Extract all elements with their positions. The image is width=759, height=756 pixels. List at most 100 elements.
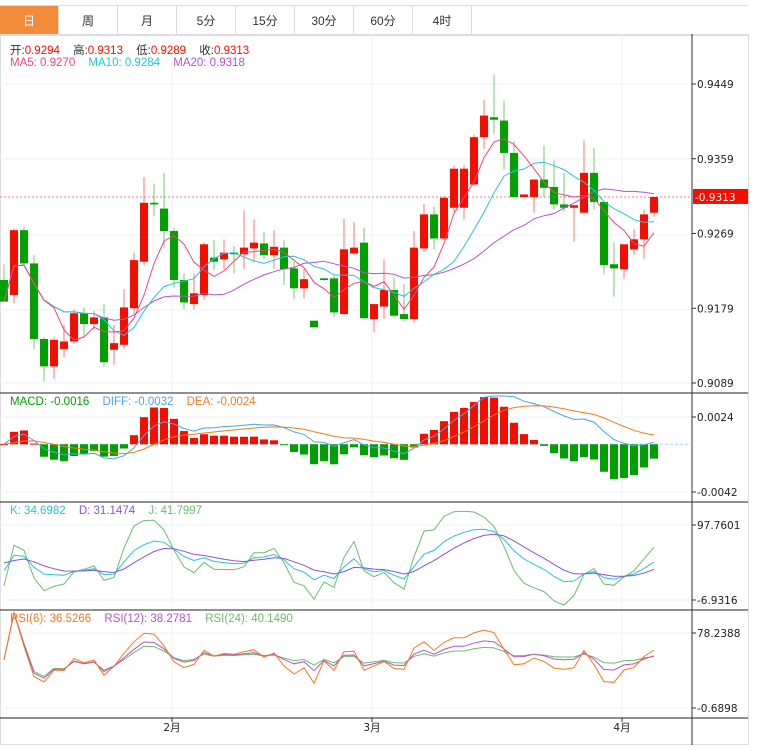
ma20-line <box>3 188 655 321</box>
candle-body <box>610 264 618 269</box>
rsi24-value: RSI(24): 40.1490 <box>205 613 293 625</box>
price-tick-label: 0.9359 <box>697 154 734 166</box>
candle-body <box>520 194 528 197</box>
macd-bar <box>640 444 648 468</box>
j-value: J: 41.7997 <box>148 505 203 517</box>
month-label: 4月 <box>613 722 630 734</box>
macd-bar <box>110 444 118 456</box>
macd-bar <box>260 439 268 445</box>
candle-body <box>110 343 118 350</box>
macd-bar <box>310 444 318 465</box>
candle-body <box>240 247 248 255</box>
rsi-tick-label: -0.6898 <box>697 703 738 715</box>
macd-bar <box>560 444 568 459</box>
candle-body <box>180 280 188 303</box>
candle-body <box>90 317 98 325</box>
macd-bar <box>240 436 248 445</box>
candle-body <box>30 263 38 339</box>
macd-bar <box>220 435 228 445</box>
candle-body <box>130 260 138 309</box>
macd-bar <box>530 439 538 445</box>
macd-bar <box>540 444 548 446</box>
candle-body <box>60 341 68 349</box>
macd-bar <box>190 437 198 445</box>
ma10-value: MA10: 0.9284 <box>88 57 161 69</box>
candle-body <box>410 247 418 320</box>
candle-body <box>350 247 358 254</box>
macd-bar <box>370 444 378 458</box>
d-line <box>3 533 655 577</box>
price-tick-label: 0.9449 <box>697 79 734 91</box>
ma5-value: MA5: 0.9270 <box>10 57 76 69</box>
rsi6-value: RSI(6): 36.5266 <box>10 613 92 625</box>
d-value: D: 31.1474 <box>78 505 136 517</box>
candle-body <box>530 179 538 197</box>
kdj-readout: K: 34.6982 D: 31.1474 J: 41.7997 <box>10 505 212 517</box>
candle-body <box>300 279 308 289</box>
candle-body <box>510 152 518 197</box>
candle-body <box>320 278 328 281</box>
candle-body <box>40 338 48 367</box>
macd-bar <box>380 444 388 456</box>
macd-tick-label: 0.0024 <box>697 412 734 424</box>
macd-bar <box>520 434 528 445</box>
candle-body <box>600 201 608 266</box>
candle-body <box>270 246 278 256</box>
diff-value: DIFF: -0.0032 <box>102 396 174 408</box>
macd-bar <box>270 440 278 445</box>
candle-body <box>440 197 448 239</box>
macd-bar <box>330 444 338 465</box>
macd-bar <box>570 444 578 462</box>
open-value: 0.9294 <box>24 45 60 57</box>
macd-bar <box>630 444 638 476</box>
macd-bar <box>250 436 258 445</box>
month-label: 2月 <box>163 722 180 734</box>
macd-bar <box>280 444 288 446</box>
candle-body <box>280 247 288 270</box>
candle-body <box>450 168 458 208</box>
macd-tick-label: -0.0042 <box>697 487 738 499</box>
candle-body <box>500 120 508 153</box>
macd-bar <box>130 435 138 445</box>
macd-bar <box>300 444 308 455</box>
candle-body <box>580 172 588 213</box>
high-value: 0.9313 <box>87 45 123 57</box>
candle-body <box>620 244 628 270</box>
rsi-tick-label: 78.2388 <box>697 628 740 640</box>
candle-body <box>120 307 128 345</box>
low-value: 0.9289 <box>150 45 187 57</box>
macd-bar <box>20 430 28 445</box>
macd-bar <box>350 444 358 448</box>
low-label: 低: <box>136 45 151 57</box>
macd-bar <box>600 444 608 472</box>
macd-bar <box>610 444 618 480</box>
candle-body <box>490 117 498 120</box>
macd-bar <box>450 411 458 445</box>
candle-body <box>140 202 148 262</box>
price-tick-label: 0.9179 <box>697 303 734 315</box>
month-label: 3月 <box>363 722 380 734</box>
kdj-tick-label: -6.9316 <box>697 595 738 607</box>
macd-bar <box>140 417 148 445</box>
macd-bar <box>490 397 498 445</box>
last-price-label: -0.9313 <box>695 192 736 204</box>
macd-bar <box>230 436 238 445</box>
macd-bar <box>320 444 328 462</box>
candle-body <box>340 249 348 315</box>
high-label: 高: <box>73 45 88 57</box>
price-tick-label: 0.9089 <box>697 378 734 390</box>
ma-readout: MA5: 0.9270 MA10: 0.9284 MA20: 0.9318 <box>10 57 255 69</box>
close-label: 收: <box>199 45 214 57</box>
close-value: 0.9313 <box>213 45 250 57</box>
macd-bar <box>580 444 588 458</box>
candle-body <box>80 313 88 325</box>
macd-bar <box>120 444 128 449</box>
ohlc-readout: 开:0.9294 高:0.9313 低:0.9289 收:0.9313 <box>10 42 259 58</box>
candle-body <box>400 314 408 320</box>
candle-body <box>380 289 388 307</box>
chart-canvas[interactable]: 2月 3月 4月 0.9449 0.9359 0.9269 0.9179 0.9089 0.00… <box>0 0 759 756</box>
rsi-readout: RSI(6): 36.5266 RSI(12): 38.2781 RSI(24)… <box>10 613 303 625</box>
macd-readout: MACD: -0.0016 DIFF: -0.0032 DEA: -0.0024 <box>10 396 266 408</box>
macd-bar <box>100 444 108 457</box>
macd-bar <box>200 434 208 445</box>
